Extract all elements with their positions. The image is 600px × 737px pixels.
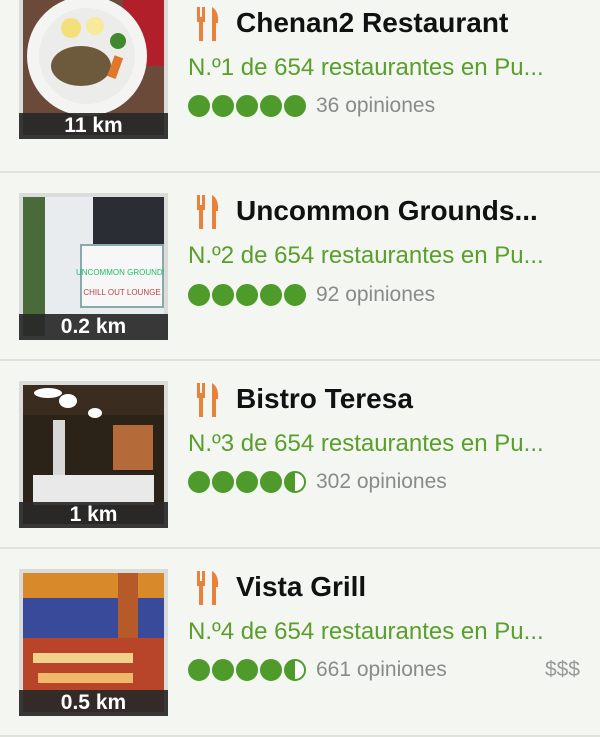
review-count[interactable]: 302 opiniones	[316, 470, 447, 494]
rating-bubble-icon	[188, 95, 210, 117]
rating-bubble-icon	[236, 284, 258, 306]
restaurant-name[interactable]: Chenan2 Restaurant	[236, 7, 508, 39]
distance-label: 11 km	[19, 113, 168, 139]
restaurant-list-item[interactable]: 0.5 km Vista Grill N.º4 de 654 restauran…	[0, 549, 600, 737]
rating-bubble-icon	[260, 284, 282, 306]
rating-row: 92 opiniones	[188, 283, 435, 307]
rating-row: 36 opiniones	[188, 94, 435, 118]
rating-bubble-icon	[212, 471, 234, 493]
rating-half-bubble-icon	[284, 659, 306, 681]
restaurant-thumbnail[interactable]: 1 km	[19, 381, 168, 528]
distance-label: 0.2 km	[19, 314, 168, 340]
sign-text-line1: UNCOMMON GROUNDS	[76, 268, 164, 277]
fork-knife-icon	[197, 571, 219, 605]
restaurant-list-item[interactable]: 1 km Bistro Teresa N.º3 de 654 restauran…	[0, 361, 600, 549]
rating-half-bubble-icon	[284, 471, 306, 493]
restaurant-list-item[interactable]: 11 km Chenan2 Restaurant N.º1 de 654 res…	[0, 0, 600, 173]
rating-bubble-icon	[212, 95, 234, 117]
rating-bubble-icon	[188, 659, 210, 681]
fork-knife-icon	[197, 383, 219, 417]
review-count[interactable]: 36 opiniones	[316, 94, 435, 118]
restaurant-thumbnail[interactable]: 11 km	[19, 0, 168, 139]
rating-bubble-icon	[188, 284, 210, 306]
restaurant-thumbnail[interactable]: UNCOMMON GROUNDS CHILL OUT LOUNGE 0.2 km	[19, 193, 168, 340]
restaurant-name[interactable]: Vista Grill	[236, 571, 366, 603]
restaurant-name[interactable]: Uncommon Grounds...	[236, 195, 538, 227]
restaurant-list-item[interactable]: UNCOMMON GROUNDS CHILL OUT LOUNGE 0.2 km…	[0, 173, 600, 361]
rating-bubble-icon	[212, 659, 234, 681]
rating-row: 302 opiniones	[188, 470, 447, 494]
review-count[interactable]: 92 opiniones	[316, 283, 435, 307]
rating-bubble-icon	[188, 471, 210, 493]
price-level: $$$	[544, 658, 580, 681]
rating-bubble-icon	[236, 471, 258, 493]
ranking-text: N.º3 de 654 restaurantes en Pu...	[188, 430, 544, 457]
rating-bubble-icon	[284, 284, 306, 306]
review-count[interactable]: 661 opiniones	[316, 658, 447, 682]
rating-bubble-icon	[212, 284, 234, 306]
rating-bubble-icon	[260, 659, 282, 681]
rating-bubble-icon	[236, 95, 258, 117]
fork-knife-icon	[197, 7, 219, 41]
distance-label: 0.5 km	[19, 690, 168, 716]
ranking-text: N.º2 de 654 restaurantes en Pu...	[188, 242, 544, 269]
sign-text-line2: CHILL OUT LOUNGE	[83, 288, 160, 297]
rating-row: 661 opiniones	[188, 658, 447, 682]
rating-bubble-icon	[260, 471, 282, 493]
ranking-text: N.º4 de 654 restaurantes en Pu...	[188, 618, 544, 645]
ranking-text: N.º1 de 654 restaurantes en Pu...	[188, 54, 544, 81]
fork-knife-icon	[197, 195, 219, 229]
distance-label: 1 km	[19, 502, 168, 528]
rating-bubble-icon	[260, 95, 282, 117]
rating-bubble-icon	[284, 95, 306, 117]
rating-bubble-icon	[236, 659, 258, 681]
restaurant-name[interactable]: Bistro Teresa	[236, 383, 413, 415]
restaurant-thumbnail[interactable]: 0.5 km	[19, 569, 168, 716]
